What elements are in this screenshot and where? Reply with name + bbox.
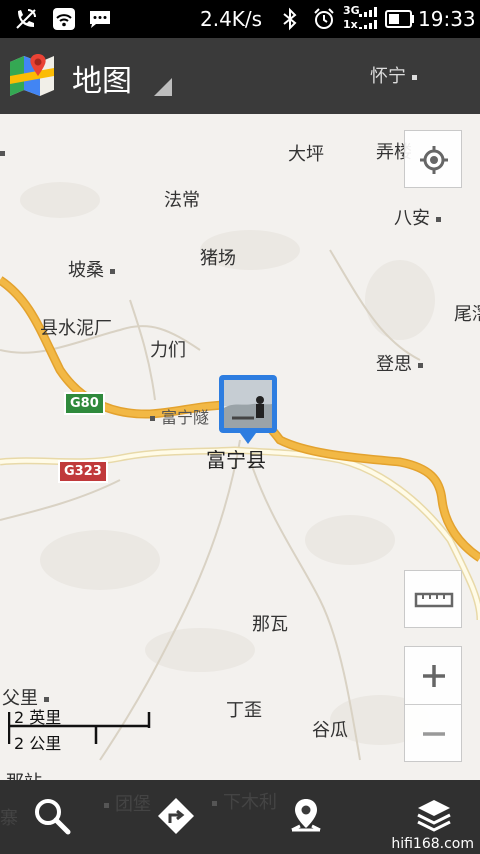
- ruler-icon: [414, 592, 454, 608]
- network-type-secondary: 1x: [343, 18, 358, 31]
- place-label-text: 富宁隧: [161, 408, 210, 427]
- place-label: 猪场: [200, 248, 236, 269]
- scale-lines: [8, 712, 151, 744]
- status-bar: 2.4K/s 3G 1x 19:33: [0, 0, 480, 38]
- place-label: 怀宁: [370, 62, 423, 88]
- bluetooth-icon: [283, 7, 297, 31]
- directions-button[interactable]: [156, 796, 196, 836]
- zoom-out-button[interactable]: [405, 705, 461, 762]
- clock: 19:33: [418, 7, 476, 31]
- place-label: 登思: [376, 350, 429, 376]
- place-label: 谷瓜: [312, 720, 348, 741]
- place-label: 那瓦: [252, 614, 288, 635]
- dropdown-indicator-icon[interactable]: [154, 78, 172, 96]
- measure-button[interactable]: [404, 570, 462, 628]
- places-button[interactable]: [286, 796, 326, 836]
- directions-icon: [158, 798, 194, 834]
- place-dot: [0, 142, 11, 163]
- highway-shield-g323: G323: [58, 460, 108, 483]
- locate-crosshair-icon: [420, 146, 448, 174]
- place-label: 坡桑: [68, 256, 121, 282]
- watermark: hifi168.com: [391, 836, 474, 852]
- place-label: 八安: [394, 204, 447, 230]
- highway-shield-g80: G80: [64, 392, 105, 415]
- search-icon: [35, 799, 71, 835]
- chat-icon: [90, 11, 110, 28]
- scale-bar: 2 英里 2 公里: [8, 704, 158, 753]
- place-label: 团堡: [104, 790, 151, 816]
- bottom-action-bar: 寨 团堡 下木利 hifi168.com: [0, 780, 480, 854]
- place-label: 丁歪: [226, 700, 262, 721]
- place-label: 法常: [164, 190, 200, 211]
- place-label: 大坪: [288, 144, 324, 165]
- maps-logo-icon[interactable]: [8, 50, 56, 98]
- alarm-icon: [314, 8, 334, 29]
- place-label: 下木利: [212, 788, 277, 814]
- place-label-text: 坡桑: [68, 260, 104, 281]
- phone-signal-icon: [16, 9, 36, 29]
- place-label: 富宁隧: [150, 404, 209, 428]
- photo-marker[interactable]: [218, 374, 278, 446]
- place-label-text: 登思: [376, 354, 412, 375]
- place-label-text: 团堡: [115, 794, 151, 815]
- zoom-in-button[interactable]: [405, 647, 461, 704]
- place-label-text: 怀宁: [370, 66, 406, 87]
- network-speed: 2.4K/s: [200, 7, 263, 31]
- place-label-text: 八安: [394, 208, 430, 229]
- place-label-text: 下木利: [223, 792, 277, 813]
- minus-icon: [423, 732, 445, 736]
- wifi-icon: [53, 8, 75, 30]
- place-label: 力们: [150, 340, 186, 361]
- app-title[interactable]: 地图: [72, 56, 132, 100]
- place-label-county: 富宁县: [206, 448, 266, 472]
- place-label: 尾滘: [454, 304, 480, 325]
- place-label: 寨: [0, 808, 18, 829]
- plus-icon: [423, 665, 445, 687]
- search-button[interactable]: [32, 796, 72, 836]
- place-label: 那站: [6, 768, 42, 780]
- my-location-button[interactable]: [404, 130, 462, 188]
- signal-icon: [359, 7, 377, 29]
- photo-pin-icon: [219, 375, 277, 444]
- map-view[interactable]: 大坪 弄楼 法常 八安 猪场 坡桑 尾滘 县水泥厂 力们 登思 富宁隧 富宁县 …: [0, 114, 480, 780]
- layers-button[interactable]: [414, 796, 454, 836]
- battery-icon: [385, 10, 414, 28]
- place-pin-icon: [291, 799, 321, 832]
- zoom-controls: [404, 646, 462, 762]
- layers-icon: [417, 800, 451, 832]
- place-label: 县水泥厂: [40, 318, 112, 339]
